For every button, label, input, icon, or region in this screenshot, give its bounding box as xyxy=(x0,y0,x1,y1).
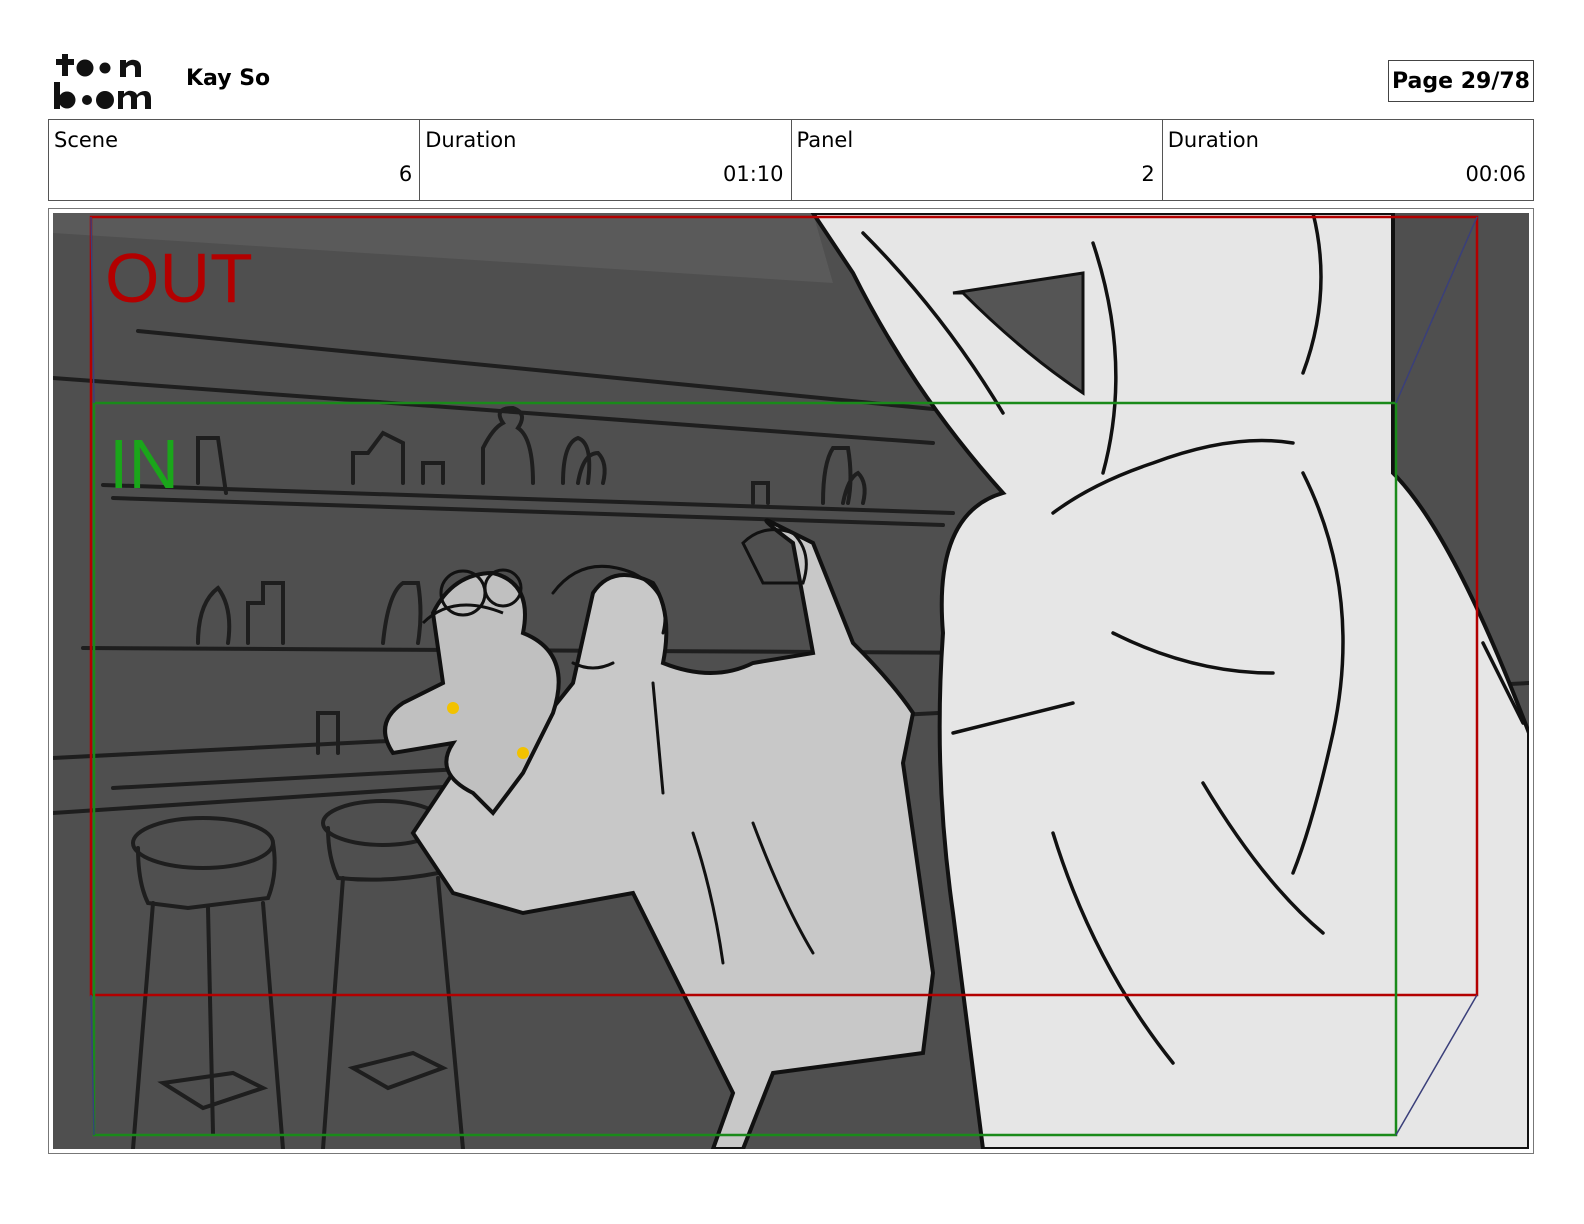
panel-duration-value: 00:06 xyxy=(1465,162,1526,186)
storyboard-panel: OUT IN xyxy=(48,208,1534,1154)
scene-value: 6 xyxy=(398,162,413,186)
panel-value: 2 xyxy=(1141,162,1155,186)
scene-duration-value: 01:10 xyxy=(722,162,784,186)
scene-label: Scene xyxy=(54,128,119,152)
info-table: Scene 6 Duration 01:10 Panel 2 Duration … xyxy=(48,119,1534,201)
panel-sketch xyxy=(53,213,1529,1149)
out-frame-label: OUT xyxy=(105,239,253,317)
panel-duration-cell: Duration 00:06 xyxy=(1163,120,1533,200)
panel-duration-label: Duration xyxy=(1167,128,1259,152)
page-indicator: Page 29/78 xyxy=(1388,60,1534,102)
panel-cell: Panel 2 xyxy=(792,120,1163,200)
scene-cell: Scene 6 xyxy=(49,120,421,200)
in-frame-label: IN xyxy=(109,425,179,503)
panel-label: Panel xyxy=(796,128,854,152)
scene-duration-cell: Duration 01:10 xyxy=(420,120,792,200)
scene-duration-label: Duration xyxy=(425,128,517,152)
toonboom-logo xyxy=(54,54,151,109)
author-name: Kay So xyxy=(186,66,271,91)
